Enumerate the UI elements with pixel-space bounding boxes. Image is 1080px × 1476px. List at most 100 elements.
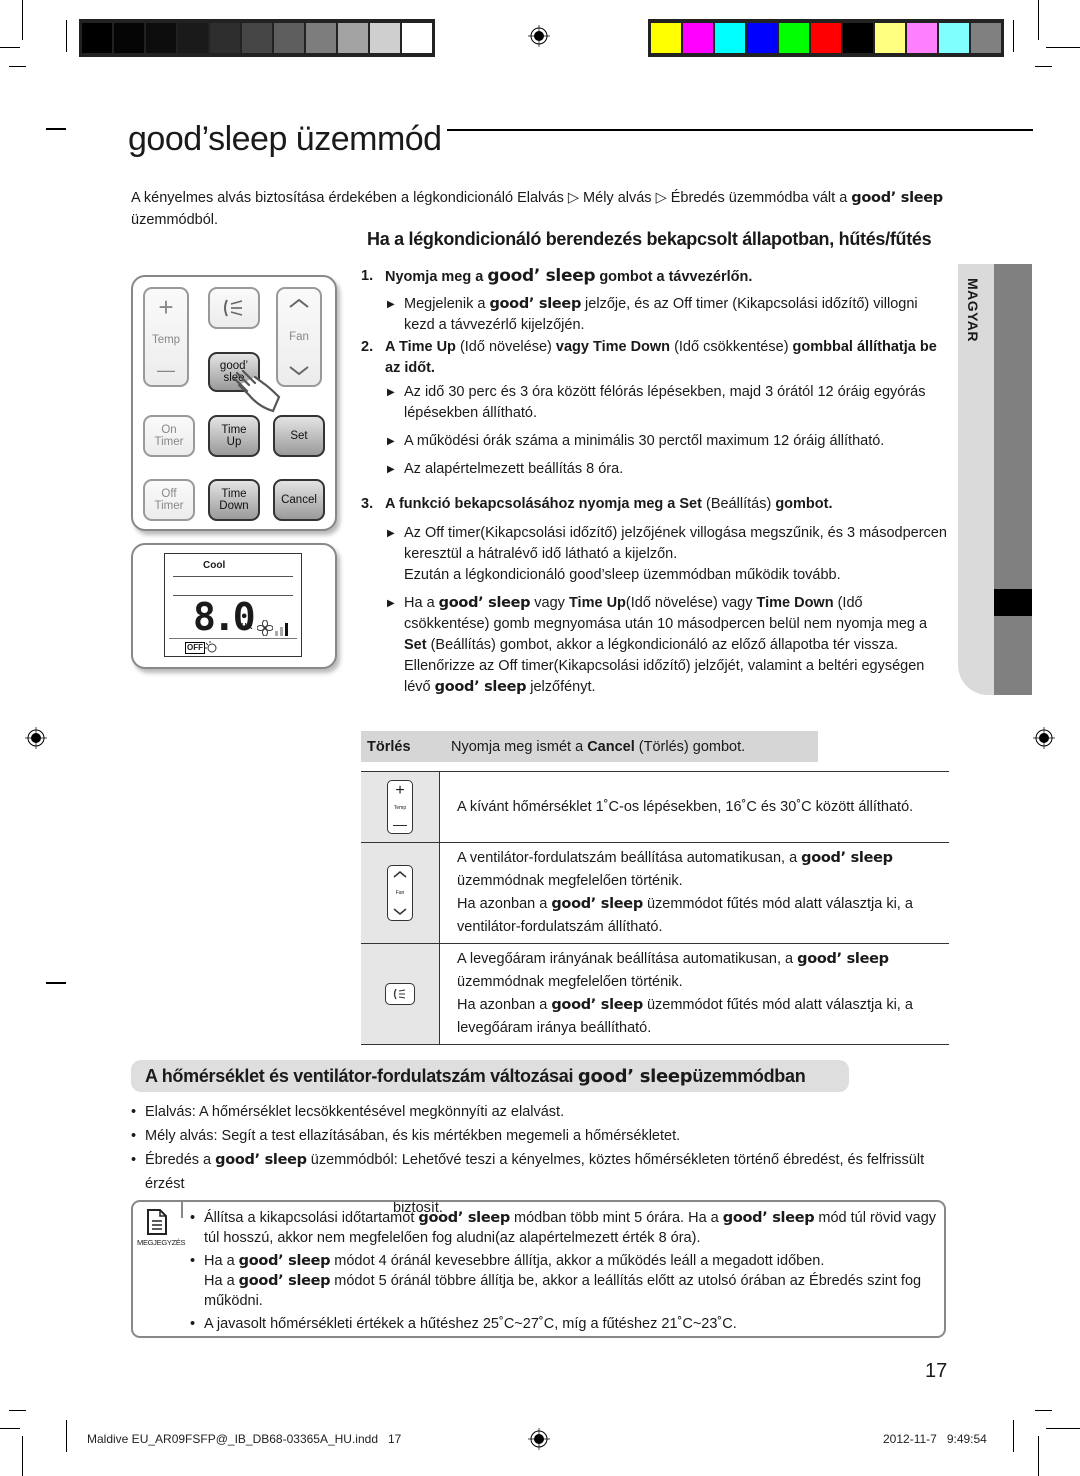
crop-mark	[0, 1428, 20, 1429]
instruction-steps: 1. Nyomja meg a good’ sleep gombot a távv…	[361, 266, 951, 698]
crop-mark	[1035, 66, 1052, 67]
calibration-swatch	[338, 23, 368, 53]
crop-mark	[1046, 1428, 1080, 1429]
fan-speed-icon	[257, 620, 273, 636]
title-good: good’	[128, 120, 209, 158]
lcd-screen: Cool 8.0 HR OFF	[164, 553, 302, 657]
fan-button[interactable]: Fan	[276, 287, 322, 387]
calibration-swatch	[843, 23, 873, 53]
step-2-bullet: Az idő 30 perc és 3 óra között félórás l…	[361, 382, 951, 424]
step-2: 2. A Time Up (Idő növelése) vagy Time Dow…	[361, 339, 937, 376]
pointing-hand-icon	[233, 369, 281, 413]
calibration-swatch	[242, 23, 272, 53]
chevron-down-icon	[289, 366, 309, 376]
registration-target-icon	[528, 1428, 550, 1450]
lcd-mode: Cool	[203, 560, 226, 571]
remote-control-illustration: + Temp — Fan good’ slee On Timer Time Up…	[131, 275, 337, 531]
note-rule	[181, 1200, 183, 1218]
section-heading-temperature-fan: A hőmérséklet és ventilátor-fordulatszám…	[131, 1060, 849, 1092]
table-row: A levegőáram irányának beállítása automa…	[361, 944, 949, 1044]
page-number: 17	[925, 1360, 948, 1382]
color-calibration-bar	[648, 19, 1004, 57]
calibration-swatch	[939, 23, 969, 53]
cancel-label: Törlés	[367, 738, 411, 755]
crop-mark	[1035, 1410, 1052, 1411]
chevron-up-icon	[289, 298, 309, 308]
crop-mark	[1013, 1420, 1014, 1452]
crop-mark	[9, 1410, 26, 1411]
calibration-swatch	[114, 23, 144, 53]
chevron-down-icon	[393, 908, 407, 915]
fan-level-bars	[275, 623, 288, 636]
fan-level-bar	[275, 631, 278, 636]
fan-level-bar	[280, 627, 283, 636]
section-index-marker	[994, 589, 1032, 616]
cancel-instruction-row: Törlés Nyomja meg ismét a Cancel (Törlés…	[361, 731, 818, 762]
lcd-unit: HR	[241, 622, 253, 631]
lcd-divider	[169, 638, 297, 639]
calibration-swatch	[651, 23, 681, 53]
calibration-swatch	[747, 23, 777, 53]
crop-mark	[66, 20, 67, 52]
time-down-button[interactable]: Time Down	[208, 479, 260, 521]
off-timer-badge: OFF	[185, 642, 205, 654]
calibration-swatch	[683, 23, 713, 53]
step-1: 1. Nyomja meg a good’ sleep gombot a távv…	[361, 266, 753, 286]
temp-button-icon: + Temp —	[387, 780, 413, 834]
button-behavior-table: + Temp — A kívánt hőmérséklet 1˚C-os lép…	[361, 771, 949, 1045]
crop-mark	[66, 1420, 67, 1452]
page-title: good’sleep üzemmód	[128, 120, 442, 159]
airflow-button-icon	[385, 983, 415, 1005]
crop-mark	[22, 0, 23, 40]
section-index-bar	[994, 264, 1032, 695]
table-row: + Temp — A kívánt hőmérséklet 1˚C-os lép…	[361, 772, 949, 843]
registration-target-icon	[1033, 727, 1055, 749]
step-2-bullet: A működési órák száma a minimális 30 per…	[361, 431, 951, 452]
step-3: 3. A funkció bekapcsolásához nyomja meg a…	[361, 496, 833, 512]
step-1-bullet: Megjelenik a good’ sleep jelzője, és az …	[361, 294, 951, 336]
file-slug: Maldive EU_AR09FSFP@_IB_DB68-03365A_HU.i…	[87, 1432, 402, 1446]
crop-mark	[1038, 1436, 1039, 1476]
section-subheading: Ha a légkondicionáló berendezés bekapcso…	[367, 229, 932, 249]
calibration-swatch	[210, 23, 240, 53]
temp-button[interactable]: + Temp —	[143, 287, 189, 387]
file-date: 2012-11-7 9:49:54	[883, 1432, 987, 1446]
on-timer-button[interactable]: On Timer	[143, 415, 195, 457]
good-sleep-indicator-icon	[205, 641, 217, 653]
registration-target-icon	[528, 25, 550, 47]
intro-paragraph: A kényelmes alvás biztosítása érdekében …	[131, 190, 943, 228]
note-item: Ha a good’ sleep módot 4 óránál kevesebb…	[190, 1251, 940, 1311]
crop-mark	[22, 1436, 23, 1476]
note-item: Állítsa a kikapcsolási időtartamot good’…	[190, 1208, 940, 1248]
note-list: Állítsa a kikapcsolási időtartamot good’…	[190, 1208, 940, 1334]
remote-display-illustration: Cool 8.0 HR OFF	[131, 543, 337, 669]
airflow-swing-icon	[224, 299, 243, 317]
chevron-up-icon	[393, 871, 407, 878]
set-button[interactable]: Set	[273, 415, 325, 457]
cancel-button[interactable]: Cancel	[273, 479, 325, 521]
note-box: MEGJEGYZÉS Állítsa a kikapcsolási időtar…	[131, 1200, 946, 1338]
title-rest: üzemmód	[286, 120, 442, 158]
crop-mark	[46, 982, 66, 984]
grayscale-calibration-bar	[79, 19, 435, 57]
calibration-swatch	[811, 23, 841, 53]
calibration-swatch	[971, 23, 1001, 53]
off-timer-button[interactable]: Off Timer	[143, 479, 195, 521]
crop-mark	[46, 128, 66, 130]
step-2-bullet: Az alapértelmezett beállítás 8 óra.	[361, 459, 951, 480]
table-row: Fan A ventilátor-fordulatszám beállítása…	[361, 843, 949, 944]
note-document-icon	[147, 1209, 167, 1235]
title-rule	[447, 129, 1033, 131]
note-item: A javasolt hőmérsékleti értékek a hűtésh…	[190, 1314, 940, 1334]
calibration-swatch	[306, 23, 336, 53]
calibration-swatch	[402, 23, 432, 53]
list-item: Elalvás: A hőmérséklet lecsökkentésével …	[131, 1100, 951, 1124]
lcd-divider	[173, 576, 293, 577]
calibration-swatch	[779, 23, 809, 53]
registration-target-icon	[25, 727, 47, 749]
cancel-text: Nyomja meg ismét a Cancel (Törlés) gombo…	[451, 738, 746, 755]
calibration-swatch	[875, 23, 905, 53]
airflow-swing-button[interactable]	[208, 287, 260, 329]
time-up-button[interactable]: Time Up	[208, 415, 260, 457]
crop-mark	[9, 66, 26, 67]
